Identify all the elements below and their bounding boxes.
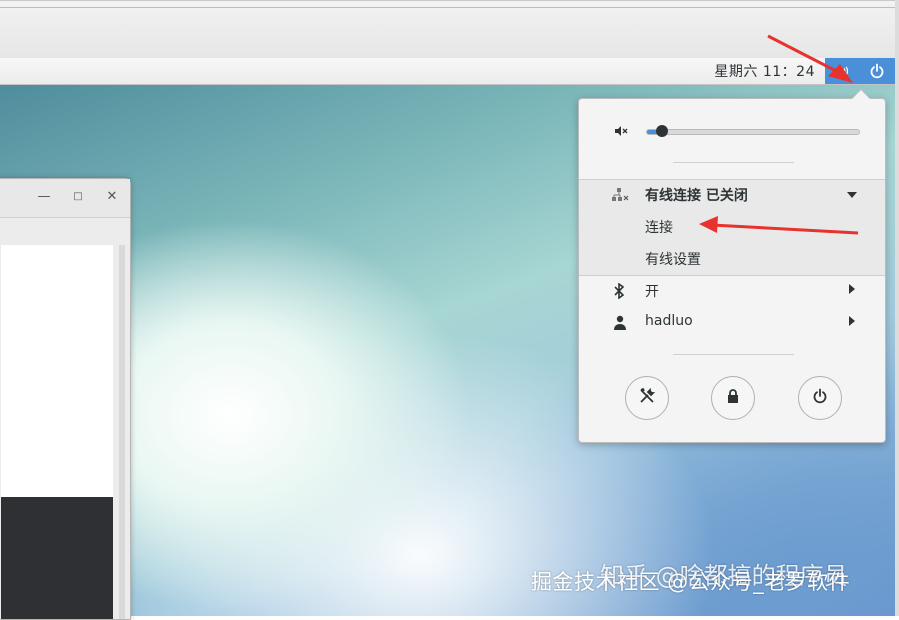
minimize-icon[interactable]: —: [37, 189, 51, 205]
system-menu: 有线连接 已关闭 连接 有线设置 开 hadluo: [578, 98, 886, 443]
system-tray[interactable]: [825, 58, 895, 84]
network-connect-label: 连接: [645, 220, 673, 236]
top-panel: 星期六 11：24: [0, 58, 895, 85]
power-off-button[interactable]: [798, 376, 842, 420]
outer-border: [895, 0, 899, 616]
window-titlebar[interactable]: — □ ✕: [0, 179, 130, 218]
scrollbar[interactable]: [119, 245, 125, 619]
network-settings-label: 有线设置: [645, 252, 701, 268]
network-settings-item[interactable]: 有线设置: [579, 243, 885, 275]
tools-icon: [638, 387, 656, 409]
chevron-right-icon: [849, 316, 855, 326]
separator: [673, 162, 794, 163]
user-label: hadluo: [645, 313, 693, 329]
chevron-down-icon: [847, 192, 857, 198]
user-item[interactable]: hadluo: [579, 307, 885, 339]
maximize-icon[interactable]: □: [71, 189, 85, 205]
volume-slider-knob[interactable]: [656, 125, 668, 137]
network-header[interactable]: 有线连接 已关闭: [579, 179, 885, 211]
settings-button[interactable]: [625, 376, 669, 420]
lock-button[interactable]: [711, 376, 755, 420]
window-content: [1, 245, 113, 497]
volume-row: [579, 115, 885, 147]
power-icon[interactable]: [869, 63, 885, 79]
app-window[interactable]: — □ ✕: [0, 178, 131, 620]
chevron-right-icon: [849, 284, 855, 294]
clock[interactable]: 星期六 11：24: [714, 61, 815, 81]
volume-slider[interactable]: [646, 125, 860, 137]
popover-pointer-inner: [852, 90, 870, 99]
window-dark-panel: [1, 497, 113, 619]
user-icon: [613, 315, 629, 331]
network-wired-disconnected-icon: [611, 187, 629, 203]
bluetooth-icon: [613, 282, 629, 300]
power-icon: [812, 388, 828, 408]
volume-icon[interactable]: [835, 64, 849, 78]
volume-muted-icon: [613, 123, 629, 139]
bluetooth-item[interactable]: 开: [579, 275, 885, 307]
watermark-juejin: 掘金技术社区 @公众号_老罗软件: [531, 570, 851, 594]
chrome-line: [0, 7, 899, 8]
lock-icon: [726, 388, 740, 408]
network-connect-item[interactable]: 连接: [579, 211, 885, 243]
outer-window-chrome: [0, 0, 899, 59]
close-icon[interactable]: ✕: [105, 189, 119, 205]
bluetooth-label: 开: [645, 284, 659, 300]
separator: [673, 354, 794, 355]
network-title: 有线连接 已关闭: [645, 188, 748, 204]
